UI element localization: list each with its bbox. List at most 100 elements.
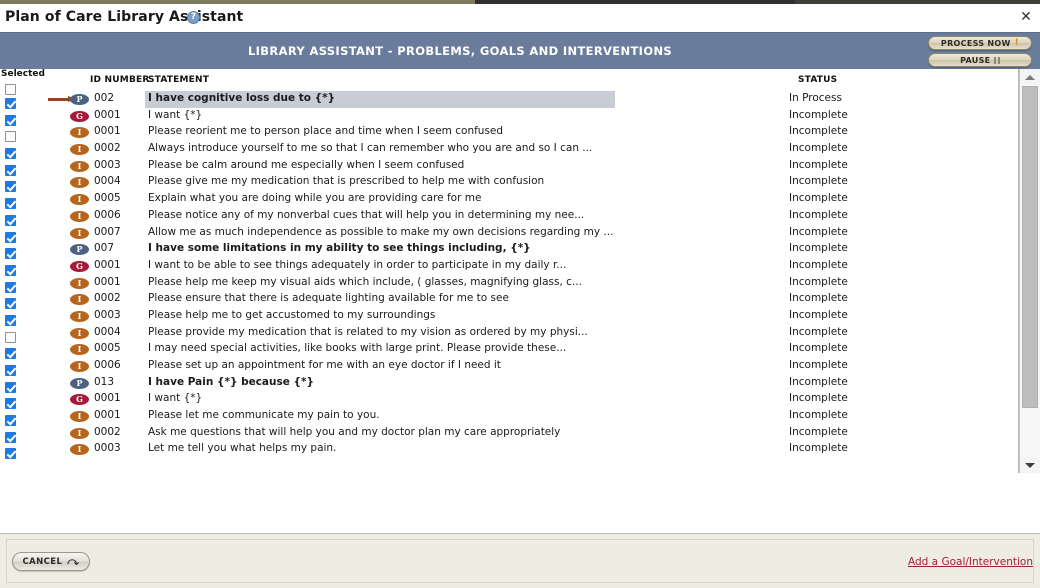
- row-status: Incomplete: [789, 375, 848, 388]
- row-id-number: 002: [94, 92, 115, 104]
- table-row[interactable]: I 0005 I may need special activities, like…: [0, 341, 1018, 360]
- undo-arrow-icon: ⤺: [67, 555, 80, 568]
- table-row[interactable]: I 0003 Let me tell you what helps my pain.…: [0, 441, 1018, 460]
- row-status: Incomplete: [789, 258, 848, 271]
- row-status: Incomplete: [789, 242, 848, 255]
- row-id-number: 0003: [94, 158, 121, 171]
- row-id-number: 0002: [94, 292, 121, 305]
- table-row[interactable]: I 0003 Please help me to get accustomed to…: [0, 308, 1018, 326]
- footer-bar: CANCEL ⤺ Add a Goal/Intervention: [6, 539, 1034, 583]
- table-row[interactable]: G 0001 I want {*} Incomplete: [0, 391, 1018, 410]
- row-id-number: 0001: [94, 125, 121, 138]
- table-row[interactable]: I 0002 Please ensure that there is adequat…: [0, 291, 1018, 310]
- row-status: Incomplete: [789, 125, 848, 138]
- row-status: Incomplete: [789, 108, 848, 121]
- row-id-number: 0007: [94, 225, 121, 238]
- table-row[interactable]: I 0001 Please reorient me to person place …: [0, 124, 1018, 143]
- row-status: Incomplete: [789, 175, 848, 188]
- row-status: Incomplete: [789, 225, 848, 238]
- row-statement: Please reorient me to person place and t…: [148, 125, 504, 138]
- row-status: Incomplete: [789, 142, 848, 155]
- table-row[interactable]: P 007 I have some limitations in my abilit…: [0, 241, 1018, 260]
- table-row[interactable]: I 0004 Please give me my medication that i…: [0, 174, 1018, 193]
- vertical-scrollbar[interactable]: [1019, 69, 1040, 473]
- row-statement: Please be calm around me especially when…: [148, 158, 465, 171]
- table-header-row: Selected ID NUMBER STATEMENT STATUS: [0, 69, 1018, 95]
- row-statement: Let me tell you what helps my pain.: [148, 442, 337, 455]
- dialog-titlebar: Plan of Care Library Assistant ? ✕: [0, 4, 1040, 32]
- type-badge-i-icon: I: [70, 444, 89, 456]
- table-row[interactable]: P 013 I have Pain {*} because {*} Incomplet…: [0, 375, 1018, 393]
- type-badge-i-icon: I: [70, 294, 89, 306]
- table-row[interactable]: P 002 I have cognitive loss due to {*} In P…: [0, 91, 1018, 109]
- type-badge-g-icon: G: [70, 110, 89, 122]
- type-badge-i-icon: I: [70, 160, 89, 172]
- type-badge-i-icon: I: [70, 310, 89, 322]
- table-row[interactable]: I 0007 Allow me as much independence as po…: [0, 225, 1018, 243]
- row-id-number: 0006: [94, 359, 121, 371]
- row-statement: I may need special activities, like book…: [148, 342, 567, 355]
- table-row[interactable]: I 0001 Please let me communicate my pain t…: [0, 408, 1018, 427]
- table-row[interactable]: I 0001 Please help me keep my visual aids …: [0, 275, 1018, 293]
- column-header-statement: STATEMENT: [148, 75, 210, 85]
- scrollbar-thumb[interactable]: [1022, 86, 1038, 408]
- row-id-number: 0001: [94, 258, 121, 271]
- row-status: In Process: [789, 92, 842, 104]
- row-id-number: 0004: [94, 175, 121, 188]
- table-row[interactable]: I 0006 Please set up an appointment for me…: [0, 358, 1018, 376]
- type-badge-p-icon: P: [70, 244, 89, 256]
- process-now-label: PROCESS NOW: [940, 38, 1011, 48]
- row-id-number: 0001: [94, 275, 121, 288]
- table-row[interactable]: I 0002 Always introduce yourself to me so …: [0, 141, 1018, 160]
- cancel-button[interactable]: CANCEL ⤺: [12, 552, 90, 571]
- table-row[interactable]: I 0005 Explain what you are doing while yo…: [0, 191, 1018, 210]
- row-status: Incomplete: [789, 409, 848, 422]
- row-id-number: 013: [94, 375, 115, 388]
- scroll-up-arrow-icon[interactable]: [1020, 69, 1040, 85]
- pause-label: PAUSE: [960, 55, 991, 65]
- row-status: Incomplete: [789, 308, 848, 321]
- type-badge-i-icon: I: [70, 144, 89, 156]
- table-row[interactable]: I 0006 Please notice any of my nonverbal c…: [0, 208, 1018, 226]
- row-statement: Explain what you are doing while you are…: [148, 192, 482, 205]
- help-circle-icon[interactable]: ?: [187, 11, 200, 24]
- column-header-id-number: ID NUMBER: [90, 75, 150, 85]
- library-table: Selected ID NUMBER STATEMENT STATUS P 002…: [0, 69, 1019, 473]
- type-badge-i-icon: I: [70, 327, 89, 339]
- row-statement: Please let me communicate my pain to you…: [148, 409, 380, 422]
- row-id-number: 0003: [94, 308, 121, 321]
- exclamation-icon: !: [1014, 38, 1020, 48]
- row-statement: Please provide my medication that is rel…: [148, 325, 588, 338]
- row-statement: I have Pain {*} because {*}: [148, 375, 314, 388]
- row-id-number: 0003: [94, 442, 121, 455]
- row-statement: I want to be able to see things adequate…: [148, 258, 567, 271]
- row-statement: Ask me questions that will help you and …: [148, 425, 561, 438]
- row-id-number: 007: [94, 242, 115, 255]
- cancel-label: CANCEL: [22, 556, 63, 567]
- pause-button[interactable]: PAUSE: [928, 53, 1032, 67]
- table-row[interactable]: I 0004 Please provide my medication that i…: [0, 325, 1018, 343]
- content-gap: [0, 473, 1040, 533]
- row-status: Incomplete: [789, 325, 848, 338]
- scroll-down-arrow-icon[interactable]: [1020, 457, 1040, 473]
- table-row[interactable]: I 0002 Ask me questions that will help you…: [0, 425, 1018, 443]
- row-status: Incomplete: [789, 425, 848, 438]
- row-id-number: 0006: [94, 208, 121, 221]
- process-now-button[interactable]: PROCESS NOW !: [928, 36, 1032, 50]
- add-goal-intervention-link[interactable]: Add a Goal/Intervention: [908, 556, 1033, 568]
- row-statement: Please help me keep my visual aids which…: [148, 275, 582, 288]
- column-header-status: STATUS: [798, 75, 838, 85]
- table-row[interactable]: I 0003 Please be calm around me especially…: [0, 158, 1018, 176]
- type-badge-i-icon: I: [70, 344, 89, 356]
- row-statement: Please set up an appointment for me with…: [148, 359, 501, 371]
- table-row[interactable]: G 0001 I want to be able to see things ade…: [0, 258, 1018, 276]
- column-header-selected: Selected: [1, 69, 45, 79]
- table-row[interactable]: G 0001 I want {*} Incomplete: [0, 108, 1018, 126]
- page-title: Plan of Care Library Assistant: [5, 9, 244, 25]
- dialog-footer: CANCEL ⤺ Add a Goal/Intervention: [0, 533, 1040, 588]
- close-icon[interactable]: ✕: [1018, 9, 1034, 25]
- row-status: Incomplete: [789, 442, 848, 455]
- row-checkbox[interactable]: [5, 448, 16, 460]
- row-statement: Please give me my medication that is pre…: [148, 175, 545, 188]
- type-badge-i-icon: I: [70, 210, 89, 222]
